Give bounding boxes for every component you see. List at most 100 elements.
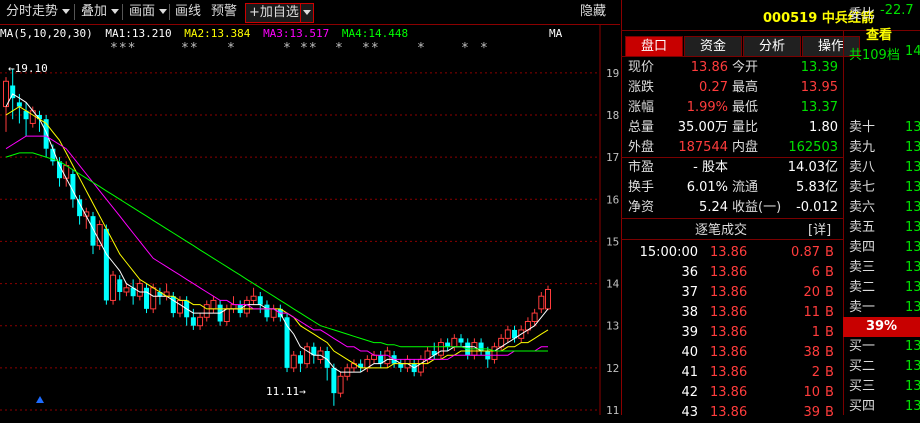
quote-label: 最高 bbox=[732, 80, 759, 95]
candle-body bbox=[538, 295, 545, 310]
weibi-label: 委比 bbox=[849, 7, 876, 22]
y-tick-label: 14 bbox=[606, 278, 620, 291]
candle-body bbox=[150, 287, 157, 310]
candle-body bbox=[223, 308, 230, 323]
sell-level-price: 13 bbox=[905, 120, 920, 135]
quote-label: 今开 bbox=[732, 60, 759, 75]
fund-value: 5.83亿 bbox=[796, 180, 838, 195]
sell-level-label: 卖二 bbox=[849, 280, 876, 295]
quote-label: 量比 bbox=[732, 120, 759, 135]
trade-side: B bbox=[825, 345, 834, 360]
y-tick-label: 12 bbox=[606, 362, 619, 375]
stock-code: 000519 bbox=[763, 11, 818, 26]
sell-level-label: 卖三 bbox=[849, 260, 876, 275]
quote-label: 总量 bbox=[628, 120, 655, 135]
buy-level-price: 13 bbox=[905, 399, 920, 414]
trade-side: B bbox=[825, 365, 834, 380]
sell-level-price: 13 bbox=[905, 300, 920, 315]
quote-label: 现价 bbox=[628, 60, 655, 75]
fund-value: 5.24 bbox=[699, 200, 728, 215]
candle-body bbox=[16, 102, 22, 107]
y-tick-label: 15 bbox=[606, 235, 619, 248]
buy-level-label: 买二 bbox=[849, 359, 876, 374]
trade-side: B bbox=[825, 325, 834, 340]
divider bbox=[621, 239, 843, 240]
fund-value: 14.03亿 bbox=[787, 160, 838, 175]
sell-level-price: 13 bbox=[905, 240, 920, 255]
candle-body bbox=[451, 337, 458, 348]
y-tick-label: 19 bbox=[606, 67, 619, 80]
view-depth-button[interactable]: 查看 bbox=[866, 24, 892, 43]
candle-body bbox=[384, 350, 391, 365]
buy-level-label: 买一 bbox=[849, 339, 876, 354]
candle-body bbox=[491, 346, 498, 360]
candle-body bbox=[190, 317, 196, 326]
candle-body bbox=[417, 358, 424, 373]
weibi-value: -22.7 bbox=[880, 3, 914, 18]
trade-price: 13.86 bbox=[710, 365, 748, 380]
trade-time: 42 bbox=[681, 385, 698, 400]
trade-volume: 20 bbox=[803, 285, 820, 300]
sell-level-price: 13 bbox=[905, 140, 920, 155]
depth-total-label: 共109档 bbox=[849, 48, 900, 63]
trade-volume: 10 bbox=[803, 385, 820, 400]
trade-time: 39 bbox=[681, 325, 698, 340]
y-tick-label: 13 bbox=[606, 320, 619, 333]
sell-level-label: 卖八 bbox=[849, 160, 876, 175]
quote-row: 涨跌 bbox=[628, 78, 654, 98]
tab-analysis[interactable]: 分析 bbox=[743, 36, 801, 57]
quote-label: 涨跌 bbox=[628, 80, 655, 95]
sell-level-price: 13 bbox=[905, 200, 920, 215]
tab-orderbook[interactable]: 盘口 bbox=[625, 36, 683, 57]
trades-title: 逐笔成交 bbox=[695, 223, 748, 238]
trade-side: B bbox=[825, 265, 834, 280]
depth-total-value: 14 bbox=[905, 44, 920, 59]
candle-body bbox=[545, 288, 551, 310]
buy-level-label: 买三 bbox=[849, 379, 876, 394]
sell-level-label: 卖九 bbox=[849, 140, 876, 155]
candle-body bbox=[103, 228, 109, 301]
trade-volume: 39 bbox=[803, 405, 820, 420]
trade-time: 43 bbox=[681, 405, 698, 420]
sell-level-label: 卖七 bbox=[849, 180, 876, 195]
quote-value: 13.95 bbox=[800, 80, 838, 95]
candle-body bbox=[176, 299, 183, 314]
buy-level-price: 13 bbox=[905, 339, 920, 354]
sell-level-label: 卖五 bbox=[849, 220, 876, 235]
low-price-label: 11.11→ bbox=[266, 385, 306, 398]
candle-body bbox=[445, 342, 451, 347]
fund-label: 市盈 bbox=[628, 160, 655, 175]
fund-label: 流通 bbox=[732, 180, 759, 195]
quote-value: 35.00万 bbox=[677, 120, 728, 135]
quote-value: 13.39 bbox=[800, 60, 838, 75]
trade-price: 13.86 bbox=[710, 325, 748, 340]
candle-body bbox=[331, 367, 337, 394]
trade-price: 13.86 bbox=[710, 285, 748, 300]
trades-detail-button[interactable]: [详] bbox=[808, 219, 831, 238]
cursor-marker-icon[interactable] bbox=[36, 396, 44, 403]
trade-side: B bbox=[825, 405, 834, 420]
y-tick-label: 18 bbox=[606, 109, 619, 122]
trade-time: 36 bbox=[681, 265, 698, 280]
quote-value: 162503 bbox=[788, 140, 838, 155]
candle-body bbox=[290, 354, 297, 369]
candle-body bbox=[136, 283, 143, 297]
trade-volume: 2 bbox=[811, 365, 820, 380]
sell-level-label: 卖十 bbox=[849, 120, 876, 135]
candle-body bbox=[304, 346, 311, 365]
candle-body bbox=[197, 316, 204, 327]
candle-body bbox=[398, 363, 404, 368]
y-tick-label: 17 bbox=[606, 151, 619, 164]
trade-time: 15:00:00 bbox=[639, 245, 698, 260]
quote-value: 1.99% bbox=[686, 100, 728, 115]
tab-funds[interactable]: 资金 bbox=[684, 36, 742, 57]
quote-value: 0.27 bbox=[699, 80, 728, 95]
buy-sell-ratio-bar: 39% bbox=[843, 317, 920, 337]
quote-value: 187544 bbox=[678, 140, 728, 155]
candle-body bbox=[371, 354, 378, 360]
candle-body bbox=[90, 216, 96, 246]
quote-label: 涨幅 bbox=[628, 100, 655, 115]
candlestick-chart[interactable]: 19 18 17 16 15 14 13 12 11 bbox=[0, 0, 620, 415]
candle-body bbox=[250, 295, 257, 301]
trade-price: 13.86 bbox=[710, 345, 748, 360]
